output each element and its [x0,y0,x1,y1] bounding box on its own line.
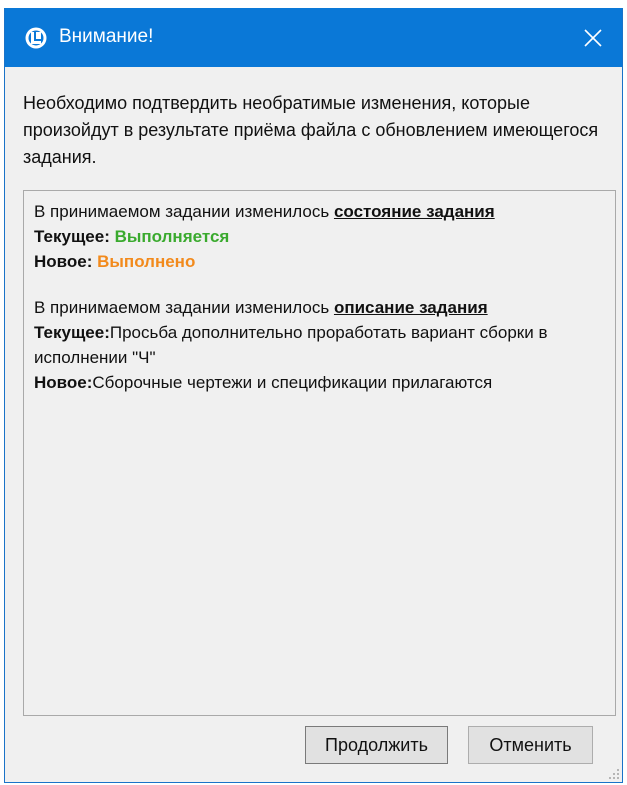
change-block-status: В принимаемом задании изменилось состоян… [34,199,605,274]
current-row: Текущее: Выполняется [34,224,605,249]
change-block-description: В принимаемом задании изменилось описани… [34,295,605,395]
close-button[interactable] [564,8,622,67]
title-bar[interactable]: Внимание! [5,8,622,67]
close-icon [584,28,602,47]
change-heading: В принимаемом задании изменилось описани… [34,295,554,320]
window-title: Внимание! [59,26,154,47]
new-label: Новое: [34,373,93,392]
new-row: Новое:Сборочные чертежи и спецификации п… [34,370,554,395]
dialog-window: Внимание! Необходимо подтвердить необрат… [4,8,623,783]
app-logo-icon [25,27,47,49]
new-row: Новое: Выполнено [34,249,605,274]
current-row: Текущее:Просьба дополнительно проработат… [34,320,554,370]
current-status-value: Выполняется [114,227,230,246]
current-label: Текущее: [34,323,110,342]
changes-panel[interactable]: В принимаемом задании изменилось состоян… [23,190,616,716]
changed-field-link[interactable]: описание задания [334,298,488,317]
new-label: Новое: [34,252,93,271]
change-heading-prefix: В принимаемом задании изменилось [34,202,334,221]
intro-message: Необходимо подтвердить необратимые измен… [23,93,599,167]
change-heading: В принимаемом задании изменилось состоян… [34,199,554,224]
continue-button[interactable]: Продолжить [305,726,448,764]
resize-grip-icon[interactable] [608,768,620,780]
new-description-value: Сборочные чертежи и спецификации прилага… [92,373,493,392]
current-label: Текущее: [34,227,110,246]
change-heading-prefix: В принимаемом задании изменилось [34,298,334,317]
cancel-button[interactable]: Отменить [468,726,593,764]
current-description-value: Просьба дополнительно проработать вариан… [34,323,548,367]
changed-field-link[interactable]: состояние задания [334,202,495,221]
new-status-value: Выполнено [97,252,196,271]
